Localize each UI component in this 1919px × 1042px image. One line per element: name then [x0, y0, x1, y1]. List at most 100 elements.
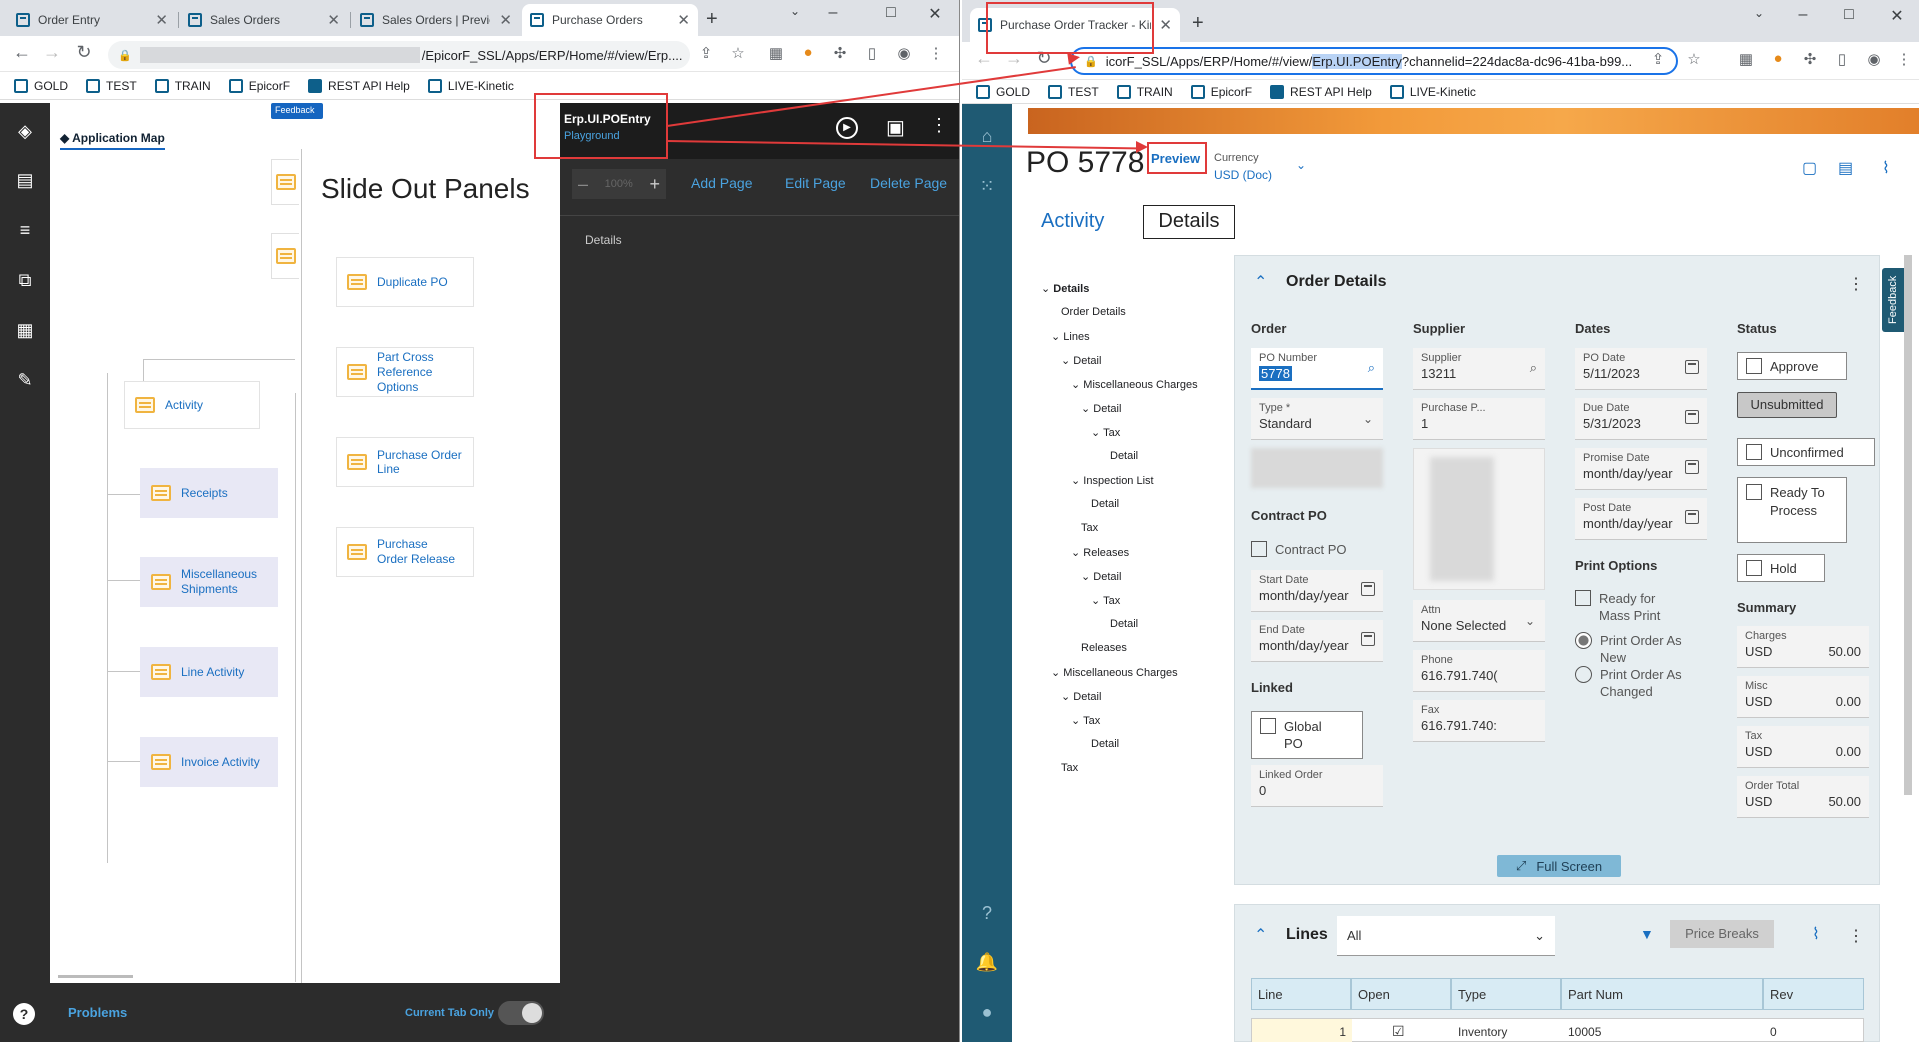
extension-icon-2[interactable]: ●: [798, 44, 818, 61]
forward-icon[interactable]: →: [1002, 48, 1026, 69]
tree-item[interactable]: ⌄ Miscellaneous Charges: [1051, 666, 1178, 679]
tree-item[interactable]: ⌄ Detail: [1081, 402, 1121, 415]
ready-mass-print-checkbox[interactable]: Ready for Mass Print: [1575, 590, 1679, 624]
maximize-icon[interactable]: □: [1834, 6, 1864, 24]
maximize-icon[interactable]: □: [876, 4, 906, 22]
tree-item[interactable]: ⌄ Inspection List: [1071, 474, 1154, 487]
print-as-new-radio[interactable]: Print Order As New: [1575, 632, 1690, 666]
tab-sales-orders-preview[interactable]: Sales Orders | Previe ✕: [352, 4, 520, 36]
add-page-link[interactable]: Add Page: [691, 175, 753, 191]
star-icon[interactable]: ☆: [728, 44, 748, 62]
unconfirmed-checkbox[interactable]: Unconfirmed: [1737, 438, 1875, 466]
approve-checkbox[interactable]: Approve: [1737, 352, 1847, 380]
tab-po-tracker[interactable]: Purchase Order Tracker - Kinetic✕: [970, 8, 1180, 42]
tree-item[interactable]: ⌄ Tax: [1071, 714, 1100, 727]
edit-page-link[interactable]: Edit Page: [785, 175, 846, 191]
tree-item[interactable]: ⌄ Detail: [1061, 354, 1101, 367]
contract-po-checkbox[interactable]: Contract PO: [1251, 541, 1347, 557]
horizontal-scrollbar[interactable]: [58, 975, 133, 978]
app-map-node-line-activity[interactable]: Line Activity: [140, 647, 278, 697]
menu-icon[interactable]: ⋮: [926, 44, 946, 62]
tab-sales-orders[interactable]: Sales Orders ✕: [180, 4, 348, 36]
calendar-icon[interactable]: [1685, 360, 1699, 374]
share-icon[interactable]: ⇪: [696, 44, 716, 62]
global-po-checkbox[interactable]: Global PO: [1251, 711, 1363, 759]
new-tab-icon[interactable]: +: [1192, 12, 1204, 35]
back-icon[interactable]: ←: [10, 42, 34, 63]
filter-icon[interactable]: ▼: [1640, 926, 1654, 942]
application-map-tab[interactable]: ◆ Application Map: [60, 131, 165, 150]
user-icon[interactable]: ●: [975, 1000, 999, 1024]
attachment-icon[interactable]: ⌇: [1812, 924, 1820, 944]
sidebar-icon[interactable]: ▯: [862, 44, 882, 62]
document-icon[interactable]: ▢: [1802, 158, 1817, 178]
more-menu-icon[interactable]: ⋮: [930, 115, 948, 136]
puzzle-icon[interactable]: ✣: [830, 44, 850, 62]
reload-icon[interactable]: ↻: [72, 42, 96, 63]
tab-activity[interactable]: Activity: [1041, 210, 1104, 233]
tree-item[interactable]: ⌄ Details: [1041, 282, 1089, 295]
dataviews-icon[interactable]: ⧉: [13, 268, 37, 292]
tree-item[interactable]: Order Details: [1061, 306, 1126, 318]
bookmark-epicorf[interactable]: EpicorF: [1190, 84, 1252, 99]
back-icon[interactable]: ←: [972, 48, 996, 69]
puzzle-icon[interactable]: ✣: [1800, 50, 1820, 68]
slide-out-node-duplicate-po[interactable]: Duplicate PO: [336, 257, 474, 307]
minimize-icon[interactable]: –: [1788, 6, 1818, 24]
calendar-icon[interactable]: [1685, 410, 1699, 424]
tree-item[interactable]: Tax: [1081, 522, 1098, 534]
minimize-icon[interactable]: –: [818, 4, 848, 22]
col-line[interactable]: Line: [1251, 978, 1351, 1010]
col-rev[interactable]: Rev: [1763, 978, 1864, 1010]
bookmark-test[interactable]: TEST: [1048, 84, 1099, 99]
full-screen-button[interactable]: ⤢ Full Screen: [1497, 855, 1621, 877]
url-field[interactable]: 🔒 icorF_SSL/Apps/ERP/Home/#/view/Erp.UI.…: [1070, 47, 1678, 75]
cards-icon[interactable]: ▤: [1838, 158, 1853, 178]
feedback-button[interactable]: Feedback ▭: [271, 103, 323, 125]
po-date-field[interactable]: PO Date 5/11/2023: [1575, 348, 1707, 390]
events-icon[interactable]: ✎: [13, 368, 37, 392]
col-type[interactable]: Type: [1451, 978, 1561, 1010]
tree-item[interactable]: Releases: [1081, 642, 1127, 654]
profile-icon[interactable]: ◉: [894, 44, 914, 62]
app-map-node-receipts[interactable]: Receipts: [140, 468, 278, 518]
calendar-icon[interactable]: [1685, 460, 1699, 474]
page-details-item[interactable]: Details: [585, 233, 622, 247]
app-map-node-misc-shipments[interactable]: Miscellaneous Shipments: [140, 557, 278, 607]
close-icon[interactable]: ✕: [319, 11, 340, 29]
tree-item[interactable]: Detail: [1091, 738, 1119, 750]
start-date-field[interactable]: Start Date month/day/year: [1251, 570, 1383, 612]
calendar-icon[interactable]: [1361, 632, 1375, 646]
notifications-icon[interactable]: 🔔: [975, 950, 999, 974]
lines-filter-dropdown[interactable]: All ⌄: [1337, 916, 1555, 956]
bookmark-rest-api[interactable]: REST API Help: [1270, 84, 1372, 99]
tree-item[interactable]: ⌄ Detail: [1061, 690, 1101, 703]
bookmark-epicorf[interactable]: EpicorF: [228, 78, 290, 93]
purchase-point-field[interactable]: Purchase P... 1: [1413, 398, 1545, 440]
bookmark-gold[interactable]: GOLD: [14, 78, 68, 93]
current-tab-only-toggle[interactable]: [498, 1001, 544, 1025]
rules-icon[interactable]: ≡: [13, 218, 37, 242]
tree-item[interactable]: Detail: [1091, 498, 1119, 510]
url-field[interactable]: 🔒 /EpicorF_SSL/Apps/ERP/Home/#/view/Erp.…: [108, 41, 690, 69]
bookmark-live-kinetic[interactable]: LIVE-Kinetic: [427, 78, 514, 93]
slide-out-node-part-xref[interactable]: Part Cross Reference Options: [336, 347, 474, 397]
share-icon[interactable]: ⇪: [1648, 50, 1668, 68]
card-menu-icon[interactable]: ⋮: [1848, 926, 1864, 946]
tab-details[interactable]: Details: [1143, 205, 1235, 239]
po-number-field[interactable]: PO Number 5778 ⌕: [1251, 348, 1383, 390]
ready-to-process-checkbox[interactable]: Ready To Process: [1737, 477, 1847, 543]
linked-order-field[interactable]: Linked Order 0: [1251, 765, 1383, 807]
layers-icon[interactable]: ◈: [13, 119, 37, 143]
extension-icon[interactable]: ▦: [1736, 50, 1756, 68]
tree-item[interactable]: ⌄ Tax: [1091, 426, 1120, 439]
tree-item[interactable]: ⌄ Miscellaneous Charges: [1071, 378, 1198, 391]
close-icon[interactable]: ✕: [1151, 16, 1172, 34]
menu-icon[interactable]: ⋮: [1894, 50, 1914, 68]
tree-item[interactable]: ⌄ Lines: [1051, 330, 1090, 343]
vertical-scrollbar[interactable]: [1904, 255, 1912, 795]
card-menu-icon[interactable]: ⋮: [1848, 274, 1864, 294]
sidebar-icon[interactable]: ▯: [1832, 50, 1852, 68]
close-window-icon[interactable]: ✕: [920, 4, 950, 24]
bookmark-rest-api[interactable]: REST API Help: [308, 78, 410, 93]
